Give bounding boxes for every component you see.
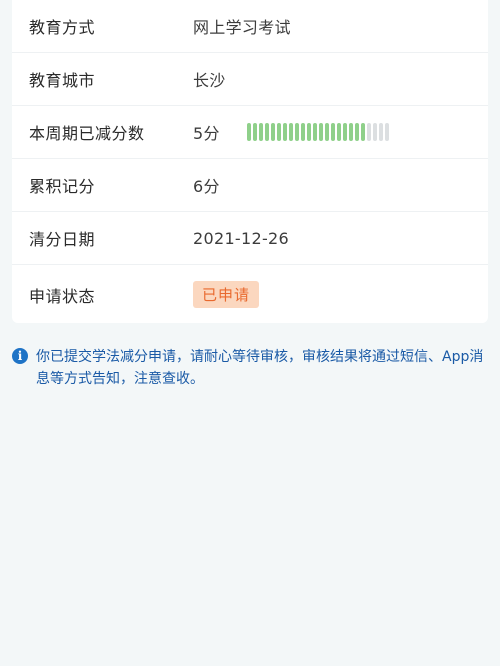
education-method-value: 网上学习考试	[193, 18, 291, 37]
education-city-value: 长沙	[193, 71, 226, 90]
progress-segment	[337, 123, 341, 141]
progress-segment	[259, 123, 263, 141]
notice: i 你已提交学法减分申请，请耐心等待审核，审核结果将通过短信、App消息等方式告…	[12, 346, 490, 390]
education-method-label: 教育方式	[29, 18, 96, 37]
progress-segment	[355, 123, 359, 141]
clear-date-label: 清分日期	[29, 230, 96, 249]
points-reduced-label: 本周期已减分数	[29, 124, 145, 143]
progress-segment	[253, 123, 257, 141]
clear-date-value: 2021-12-26	[193, 228, 289, 248]
progress-segment	[313, 123, 317, 141]
progress-segment	[331, 123, 335, 141]
progress-segment	[271, 123, 275, 141]
progress-segment	[265, 123, 269, 141]
notice-text: 你已提交学法减分申请，请耐心等待审核，审核结果将通过短信、App消息等方式告知，…	[36, 349, 484, 387]
progress-segment	[301, 123, 305, 141]
progress-segment	[349, 123, 353, 141]
progress-segment	[295, 123, 299, 141]
accumulated-points-value: 6分	[193, 177, 220, 196]
progress-segment	[247, 123, 251, 141]
points-reduced-progress-bar	[247, 106, 389, 158]
progress-segment	[379, 123, 383, 141]
progress-segment	[367, 123, 371, 141]
row-points-reduced: 本周期已减分数 5分	[12, 106, 488, 159]
application-status-label: 申请状态	[29, 286, 96, 306]
progress-segment	[283, 123, 287, 141]
progress-segment	[307, 123, 311, 141]
accumulated-points-label: 累积记分	[29, 177, 96, 196]
row-accumulated-points: 累积记分 6分	[12, 159, 488, 212]
row-education-method: 教育方式 网上学习考试	[12, 0, 488, 53]
row-application-status: 申请状态 已申请	[12, 268, 488, 321]
progress-segment	[289, 123, 293, 141]
points-reduced-value: 5分	[193, 124, 220, 143]
progress-segment	[277, 123, 281, 141]
progress-segment	[385, 123, 389, 141]
progress-segment	[325, 123, 329, 141]
detail-card: 教育方式 网上学习考试 教育城市 长沙 本周期已减分数 5分 累积记分 6分 清…	[12, 0, 488, 323]
progress-segment	[343, 123, 347, 141]
progress-segment	[361, 123, 365, 141]
application-status-value: 已申请	[193, 268, 260, 321]
info-icon: i	[12, 348, 28, 364]
row-clear-date: 清分日期 2021-12-26	[12, 212, 488, 265]
status-badge: 已申请	[193, 281, 260, 308]
education-city-label: 教育城市	[29, 71, 96, 90]
row-education-city: 教育城市 长沙	[12, 53, 488, 106]
progress-segment	[319, 123, 323, 141]
progress-segment	[373, 123, 377, 141]
